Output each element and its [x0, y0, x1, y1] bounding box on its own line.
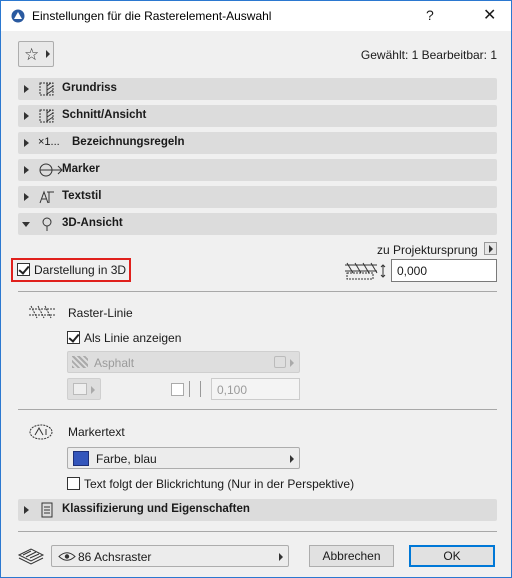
display-3d-checkbox[interactable]	[17, 263, 30, 276]
panel-label: Marker	[62, 163, 100, 175]
arrow-right-icon	[46, 50, 50, 58]
panel-label: Klassifizierung und Eigenschaften	[62, 503, 250, 515]
thickness-checkbox[interactable]	[171, 383, 184, 396]
expand-arrow-icon	[24, 193, 29, 201]
thickness-input[interactable]: 0,100	[211, 378, 300, 400]
cancel-button[interactable]: Abbrechen	[309, 545, 394, 567]
selection-info: Gewählt: 1 Bearbeitbar: 1	[360, 48, 497, 62]
panel-textstil[interactable]: Textstil	[18, 186, 497, 208]
settings-dialog: Einstellungen für die Rasterelement-Ausw…	[0, 0, 512, 578]
show-as-line-checkbox[interactable]	[67, 331, 80, 344]
expand-arrow-icon	[24, 112, 29, 120]
show-as-line-label: Als Linie anzeigen	[84, 331, 182, 345]
layer-icon	[17, 548, 45, 565]
panel-schnitt-ansicht[interactable]: Schnitt/Ansicht	[18, 105, 497, 127]
follow-view-checkbox[interactable]	[67, 477, 80, 490]
panel-marker[interactable]: Marker	[18, 159, 497, 181]
material-browse-icon	[274, 356, 286, 368]
expand-arrow-icon	[24, 85, 29, 93]
eye-icon	[58, 552, 76, 561]
archicad-icon	[11, 9, 25, 23]
title-bar: Einstellungen für die Rasterelement-Ausw…	[1, 1, 511, 31]
raster-line-title: Raster-Linie	[68, 306, 133, 320]
chevron-right-icon	[279, 553, 283, 561]
textstyle-icon	[39, 190, 54, 204]
panel-label: Grundriss	[62, 82, 117, 94]
classification-icon	[41, 502, 53, 518]
marker-text-title: Markertext	[68, 425, 125, 439]
grid-elevation-icon	[345, 262, 386, 280]
offset-menu-button[interactable]	[484, 242, 497, 255]
grid-line-icon	[29, 305, 55, 319]
thickness-icon	[189, 381, 201, 397]
section-icon	[39, 109, 54, 123]
material-dropdown[interactable]: Asphalt	[67, 351, 300, 373]
panel-grundriss[interactable]: Grundriss	[18, 78, 497, 100]
marker-icon	[39, 163, 63, 177]
chevron-right-icon	[290, 455, 294, 463]
pen-dropdown[interactable]	[67, 378, 101, 400]
display-3d-label: Darstellung in 3D	[34, 263, 127, 277]
panel-label: Textstil	[62, 190, 102, 202]
layer-dropdown[interactable]: 86 Achsraster	[51, 545, 289, 567]
pen-swatch-icon	[73, 383, 87, 395]
panel-3d-ansicht[interactable]: 3D-Ansicht	[18, 213, 497, 235]
ok-button[interactable]: OK	[409, 545, 495, 567]
offset-label: zu Projektursprung	[377, 243, 478, 257]
expand-arrow-icon	[24, 506, 29, 514]
close-button[interactable]: ✕	[483, 5, 496, 25]
divider	[18, 291, 497, 292]
arrow-right-icon	[489, 245, 493, 253]
color-dropdown[interactable]: Farbe, blau	[67, 447, 300, 469]
layer-value: 86 Achsraster	[78, 550, 152, 564]
panel-klassifizierung[interactable]: Klassifizierung und Eigenschaften	[18, 499, 497, 521]
color-swatch-icon	[73, 451, 89, 466]
window-title: Einstellungen für die Rasterelement-Ausw…	[32, 9, 272, 23]
panel-bezeichnungsregeln[interactable]: ×1... Bezeichnungsregeln	[18, 132, 497, 154]
expand-arrow-icon	[24, 166, 29, 174]
favorites-button[interactable]: ☆	[18, 41, 54, 67]
material-swatch-icon	[72, 356, 88, 368]
color-value: Farbe, blau	[96, 452, 157, 466]
follow-view-label: Text folgt der Blickrichtung (Nur in der…	[84, 477, 355, 491]
star-icon: ☆	[24, 45, 40, 64]
collapse-arrow-icon	[22, 222, 30, 227]
panel-label: Schnitt/Ansicht	[62, 109, 147, 121]
material-value: Asphalt	[94, 356, 135, 370]
expand-arrow-icon	[24, 139, 29, 147]
floorplan-icon	[39, 82, 54, 96]
panel-label: 3D-Ansicht	[62, 217, 123, 229]
help-button[interactable]: ?	[426, 7, 434, 23]
offset-input[interactable]: 0,000	[391, 259, 497, 282]
panel-label: Bezeichnungsregeln	[72, 136, 185, 148]
divider	[18, 531, 497, 532]
chevron-right-icon	[91, 386, 95, 394]
marker-text-icon	[29, 424, 53, 440]
chevron-right-icon	[290, 359, 294, 367]
divider	[18, 409, 497, 410]
3d-icon	[42, 217, 52, 231]
naming-icon: ×1...	[38, 136, 60, 148]
